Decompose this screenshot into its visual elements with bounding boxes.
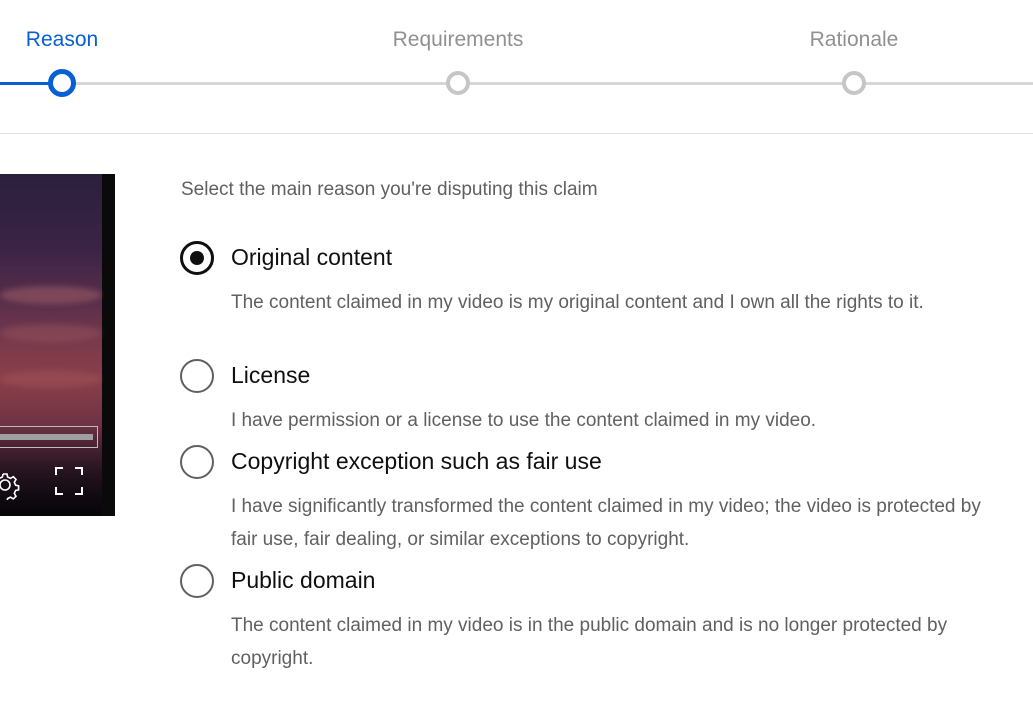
radio-public-domain[interactable]: [180, 564, 214, 598]
video-cloud: [0, 324, 102, 342]
radio-selected-dot: [190, 251, 204, 265]
option-title[interactable]: Original content: [231, 244, 392, 271]
stepper: Reason Requirements Rationale: [0, 0, 1033, 134]
step-label-rationale[interactable]: Rationale: [810, 28, 899, 52]
option-description: The content claimed in my video is in th…: [231, 615, 948, 669]
option-title[interactable]: Public domain: [231, 567, 375, 594]
gear-icon[interactable]: [0, 468, 24, 500]
video-progress-fill: [0, 434, 93, 440]
option-title[interactable]: Copyright exception such as fair use: [231, 448, 602, 475]
option-description: I have significantly transformed the con…: [231, 496, 981, 550]
dispute-claim-page: Reason Requirements Rationale Select the…: [0, 0, 1033, 706]
radio-license[interactable]: [180, 359, 214, 393]
radio-original-content[interactable]: [180, 241, 214, 275]
option-description: I have permission or a license to use th…: [231, 410, 817, 431]
video-progress-bar[interactable]: [0, 426, 98, 448]
option-title[interactable]: License: [231, 362, 310, 389]
step-label-reason[interactable]: Reason: [26, 28, 98, 52]
dispute-reason-prompt: Select the main reason you're disputing …: [181, 179, 598, 200]
step-indicator-reason[interactable]: [48, 69, 76, 97]
radio-fair-use[interactable]: [180, 445, 214, 479]
video-preview[interactable]: [0, 174, 115, 516]
step-indicator-rationale[interactable]: [842, 71, 866, 95]
step-indicator-requirements[interactable]: [446, 71, 470, 95]
video-cloud: [0, 370, 102, 388]
stepper-track-remaining: [62, 82, 1033, 85]
option-description: The content claimed in my video is my or…: [231, 292, 924, 313]
video-cloud: [0, 286, 102, 304]
step-label-requirements[interactable]: Requirements: [393, 28, 524, 52]
fullscreen-icon[interactable]: [54, 466, 84, 496]
